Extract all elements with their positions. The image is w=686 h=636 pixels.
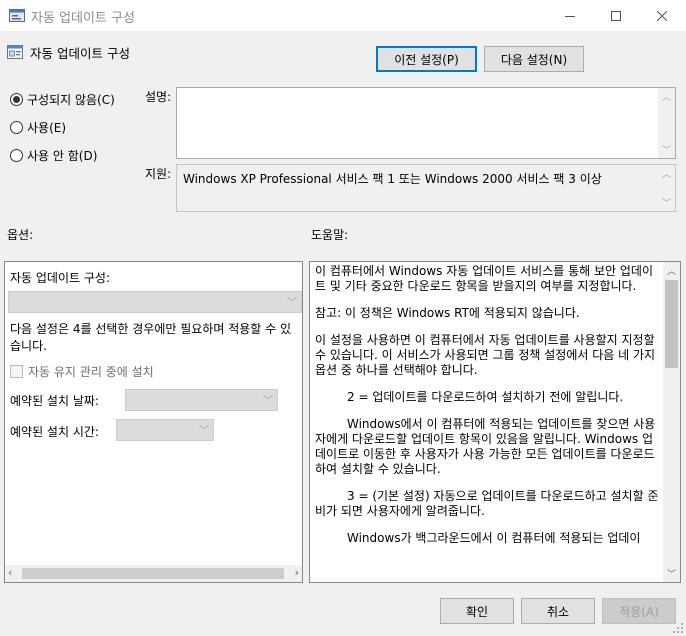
radio-label: 사용 안 함(D) bbox=[27, 149, 98, 163]
close-icon bbox=[657, 10, 667, 21]
title-bar[interactable]: 자동 업데이트 구성 bbox=[0, 0, 686, 31]
policy-title: 자동 업데이트 구성 bbox=[30, 46, 130, 61]
scroll-thumb[interactable] bbox=[22, 568, 284, 579]
cancel-button[interactable]: 취소 bbox=[521, 598, 595, 624]
configure-label: 자동 업데이트 구성: bbox=[10, 271, 110, 285]
minimize-icon bbox=[565, 15, 575, 17]
scroll-down-icon[interactable]: ﹀ bbox=[658, 141, 675, 158]
radio-dot bbox=[10, 93, 23, 106]
scroll-down-icon[interactable]: ﹀ bbox=[658, 194, 675, 211]
scheduled-day-combobox[interactable]: ﹀ bbox=[125, 389, 278, 411]
scroll-up-icon[interactable]: ︿ bbox=[658, 165, 675, 182]
scroll-right-icon[interactable]: › bbox=[295, 566, 299, 579]
window-title: 자동 업데이트 구성 bbox=[31, 11, 135, 26]
radio-dot bbox=[10, 149, 23, 162]
help-paragraph: 참고: 이 정책은 Windows RT에 적용되지 않습니다. bbox=[315, 306, 580, 320]
description-scrollbar[interactable]: ︿ ﹀ bbox=[658, 88, 675, 158]
help-text: 이 컴퓨터에서 Windows 자동 업데이트 서비스를 통해 보안 업데이트 … bbox=[315, 264, 663, 558]
supported-text: Windows XP Professional 서비스 팩 1 또는 Windo… bbox=[183, 172, 602, 186]
radio-label: 사용(E) bbox=[27, 121, 67, 135]
options-hscrollbar[interactable]: ‹ › bbox=[5, 565, 302, 582]
scroll-left-icon[interactable]: ‹ bbox=[8, 566, 12, 579]
help-paragraph: 이 설정을 사용하면 이 컴퓨터에서 자동 업데이트를 사용할지 지정할 수 있… bbox=[315, 333, 656, 377]
scroll-up-icon[interactable]: ︿ bbox=[658, 88, 675, 105]
radio-enabled[interactable]: 사용(E) bbox=[10, 119, 66, 136]
help-paragraph: Windows가 백그라운드에서 이 컴퓨터에 적용되는 업데이 bbox=[347, 531, 641, 545]
scroll-thumb[interactable] bbox=[665, 280, 678, 368]
ok-button[interactable]: 확인 bbox=[440, 598, 514, 624]
help-panel[interactable]: 이 컴퓨터에서 Windows 자동 업데이트 서비스를 통해 보안 업데이트 … bbox=[309, 261, 681, 583]
chevron-down-icon: ﹀ bbox=[263, 395, 273, 407]
resize-grip-icon[interactable] bbox=[672, 622, 684, 634]
prev-setting-button[interactable]: 이전 설정(P) bbox=[376, 46, 477, 72]
close-button[interactable] bbox=[639, 0, 685, 31]
policy-app-icon bbox=[9, 9, 25, 22]
maintenance-label: 자동 유지 관리 중에 설치 bbox=[28, 365, 154, 379]
help-scrollbar[interactable]: ︿ ﹀ bbox=[663, 262, 680, 582]
help-paragraph: 이 컴퓨터에서 Windows 자동 업데이트 서비스를 통해 보안 업데이트 … bbox=[315, 264, 654, 293]
scheduled-time-label: 예약된 설치 시간: bbox=[10, 425, 99, 439]
scheduled-time-combobox[interactable]: ﹀ bbox=[116, 419, 214, 441]
supported-field[interactable]: Windows XP Professional 서비스 팩 1 또는 Windo… bbox=[176, 164, 676, 212]
radio-disabled[interactable]: 사용 안 함(D) bbox=[10, 147, 97, 164]
policy-setting-icon bbox=[7, 45, 23, 59]
supported-label: 지원: bbox=[145, 167, 172, 181]
scheduled-day-label: 예약된 설치 날짜: bbox=[10, 394, 99, 408]
help-paragraph: 2 = 업데이트를 다운로드하여 설치하기 전에 알립니다. bbox=[347, 390, 624, 404]
maximize-icon bbox=[611, 10, 621, 21]
options-note: 다음 설정은 4를 선택한 경우에만 필요하며 적용할 수 있습니다. bbox=[10, 322, 292, 353]
minimize-button[interactable] bbox=[547, 0, 593, 31]
next-setting-button[interactable]: 다음 설정(N) bbox=[484, 46, 584, 72]
options-panel[interactable]: 자동 업데이트 구성: ﹀ 다음 설정은 4를 선택한 경우에만 필요하며 적용… bbox=[4, 261, 303, 583]
checkbox-box bbox=[10, 365, 23, 378]
maintenance-checkbox[interactable]: 자동 유지 관리 중에 설치 bbox=[10, 363, 154, 380]
radio-not-configured[interactable]: 구성되지 않음(C) bbox=[10, 91, 115, 108]
options-label: 옵션: bbox=[7, 228, 34, 242]
apply-button[interactable]: 적용(A) bbox=[602, 598, 676, 624]
configure-combobox[interactable]: ﹀ bbox=[8, 291, 302, 313]
supported-scrollbar[interactable]: ︿ ﹀ bbox=[658, 165, 675, 211]
help-paragraph: Windows에서 이 컴퓨터에 적용되는 업데이트를 찾으면 사용자에게 다운… bbox=[315, 417, 656, 476]
chevron-down-icon: ﹀ bbox=[287, 297, 297, 309]
description-label: 설명: bbox=[145, 90, 172, 104]
chevron-down-icon: ﹀ bbox=[199, 425, 209, 437]
description-field[interactable]: ︿ ﹀ bbox=[176, 87, 676, 159]
help-label: 도움말: bbox=[311, 228, 349, 242]
maximize-button[interactable] bbox=[593, 0, 639, 31]
radio-dot bbox=[10, 121, 23, 134]
scroll-down-icon[interactable]: ﹀ bbox=[663, 565, 680, 582]
radio-label: 구성되지 않음(C) bbox=[27, 93, 115, 107]
help-paragraph: 3 = (기본 설정) 자동으로 업데이트를 다운로드하고 설치할 준비가 되면… bbox=[315, 489, 659, 518]
scroll-up-icon[interactable]: ︿ bbox=[663, 262, 680, 279]
